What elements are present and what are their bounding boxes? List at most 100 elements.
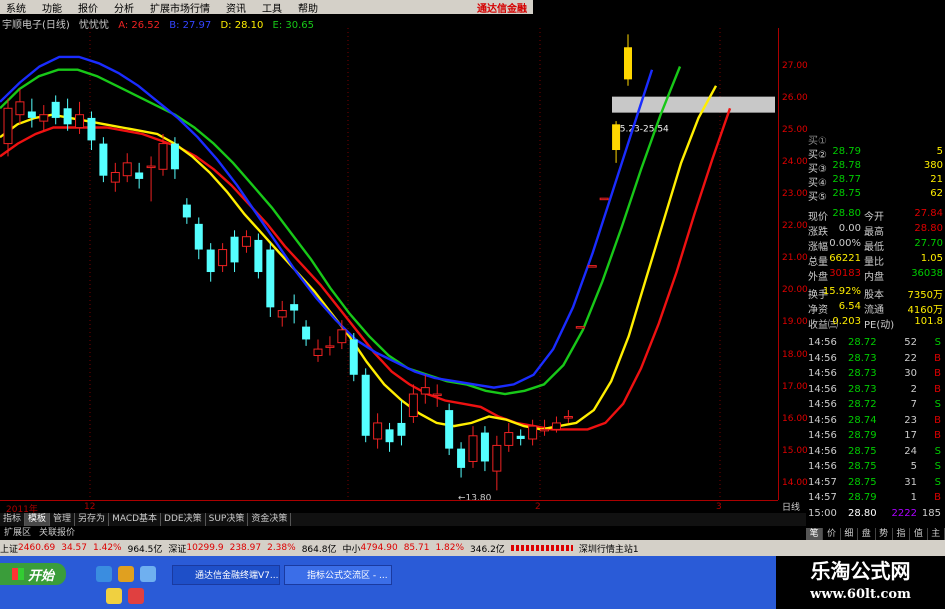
tab-template[interactable]: 模板 (25, 513, 51, 526)
stat-value2: 101.8 (914, 316, 943, 327)
tick-side: B (934, 383, 941, 395)
tick-row: 14:56 28.73 2 B (806, 384, 945, 400)
tick-row: 14:56 28.75 5 S (806, 461, 945, 477)
price-tick: 18.00 (782, 349, 808, 360)
x-label-3: 3 (716, 502, 722, 512)
price-tick: 19.00 (782, 317, 808, 328)
tab-fund[interactable]: 资金决策 (248, 513, 292, 526)
candle-body (373, 422, 383, 440)
panel-tab-4[interactable]: 势 (876, 528, 893, 540)
explorer-icon[interactable] (106, 588, 122, 604)
tick-price: 28.72 (848, 399, 877, 410)
sz-amount: 864.8亿 (301, 544, 337, 555)
stat-key: 现价 (808, 212, 828, 223)
stat-value: 30183 (829, 268, 861, 279)
bid-price: 28.79 (832, 146, 861, 157)
candle-body (468, 435, 478, 462)
stat-value: 66221 (829, 253, 861, 264)
stat-key2: 最低 (864, 242, 884, 253)
tab-extension-area[interactable]: 扩展区 (0, 527, 35, 539)
tick-volume: 24 (904, 445, 917, 457)
stat-key: 外盘 (808, 272, 828, 283)
menu-info[interactable]: 资讯 (226, 0, 246, 15)
panel-tab-6[interactable]: 值 (910, 528, 928, 540)
panel-tab-3[interactable]: 盘 (858, 528, 876, 540)
ie-icon[interactable] (96, 566, 112, 582)
bid-label: 买⑤ (808, 192, 827, 203)
stat-row: 外盘 30183 内盘 36038 (806, 268, 945, 283)
desktop-icon[interactable] (140, 566, 156, 582)
menu-help[interactable]: 帮助 (298, 0, 318, 15)
candle-body (27, 111, 36, 118)
date-axis: 2011年 12 2 3 (0, 500, 778, 515)
panel-tab-2[interactable]: 细 (841, 528, 859, 540)
candle-body (39, 114, 49, 122)
candle-body (397, 422, 406, 436)
tab-manage[interactable]: 管理 (50, 513, 76, 526)
menu-bar: 系统 功能 报价 分析 扩展市场行情 资讯 工具 帮助 通达信金融 (0, 0, 533, 15)
media-icon[interactable] (118, 566, 134, 582)
candle-body (99, 143, 108, 176)
tick-price: 28.79 (848, 430, 877, 441)
start-button[interactable]: 开始 (0, 563, 66, 585)
tab-save-as[interactable]: 另存为 (75, 513, 110, 526)
tick-volume: 1 (910, 492, 917, 503)
candle-body (302, 326, 311, 340)
app-icon[interactable] (128, 588, 144, 604)
tab-dde[interactable]: DDE决策 (161, 513, 206, 526)
menu-system[interactable]: 系统 (6, 0, 26, 15)
stat-key2: 量比 (864, 257, 884, 268)
panel-tab-5[interactable]: 指 (893, 528, 911, 540)
bid-row: 买③ 28.78 380 (806, 160, 945, 175)
zx-change: 85.71 (403, 543, 430, 553)
panel-tab-7[interactable]: 主 (928, 528, 945, 540)
candle-body (218, 249, 228, 267)
panel-tab-1[interactable]: 价 (823, 528, 841, 540)
tab-macd[interactable]: MACD基本 (109, 513, 162, 526)
tab-sup[interactable]: SUP决策 (206, 513, 249, 526)
stat-value: 28.80 (832, 208, 861, 219)
stat-key: 总量 (808, 257, 828, 268)
bid-label: 买④ (808, 178, 827, 189)
candle-body (158, 143, 168, 170)
bid-row: 买② 28.79 5 (806, 146, 945, 161)
tab-indicator[interactable]: 指标 (0, 513, 26, 526)
start-label: 开始 (27, 568, 54, 584)
tab-related-quote[interactable]: 关联报价 (35, 527, 79, 539)
stat-value2: 1.05 (920, 253, 943, 264)
task-forum[interactable]: 指标公式交流区 - ... (284, 565, 392, 585)
candle-body (432, 393, 442, 397)
tick-side: S (934, 445, 941, 457)
low-price-label: ←13.80 (458, 493, 492, 500)
bid-price: 28.77 (832, 174, 861, 185)
menu-tools[interactable]: 工具 (262, 0, 282, 15)
candle-body (480, 432, 489, 462)
bid-volume: 62 (930, 188, 943, 199)
menu-analysis[interactable]: 分析 (114, 0, 134, 15)
candle-body (551, 422, 561, 430)
candle-body (135, 172, 144, 179)
tick-side: S (934, 461, 941, 472)
tick-volume: 7 (910, 399, 917, 410)
tick-time: 14:56 (808, 368, 837, 379)
task-tdx-terminal[interactable]: 通达信金融终端V7... (172, 565, 280, 585)
index-status-bar: 上证 2460.69 34.57 1.42% 964.5亿 深证 10299.9… (0, 540, 945, 556)
tick-time: 14:57 (808, 492, 837, 503)
tick-side: B (934, 352, 941, 364)
price-tick: 21.00 (782, 253, 808, 264)
price-axis: 27.00 26.00 25.00 24.00 23.00 22.00 21.00 20.00… (778, 28, 808, 500)
candle-body (457, 448, 466, 468)
kline-chart[interactable]: 25.23-25.54 ←13.80 (0, 28, 778, 500)
bid-label: 买② (808, 150, 827, 161)
sh-value: 2460.69 (18, 543, 56, 553)
bid-row: 买⑤ 28.75 62 (806, 188, 945, 203)
stat-value: 6.54 (838, 301, 861, 312)
windows-icon (11, 568, 24, 580)
menu-quote[interactable]: 报价 (78, 0, 98, 15)
menu-ext-market[interactable]: 扩展市场行情 (150, 0, 210, 15)
day-period-button[interactable]: 日线 (782, 500, 800, 513)
panel-tab-0[interactable]: 笔 (806, 528, 824, 540)
ma-line-green (0, 66, 682, 396)
menu-function[interactable]: 功能 (42, 0, 62, 15)
candle-body (194, 223, 203, 250)
